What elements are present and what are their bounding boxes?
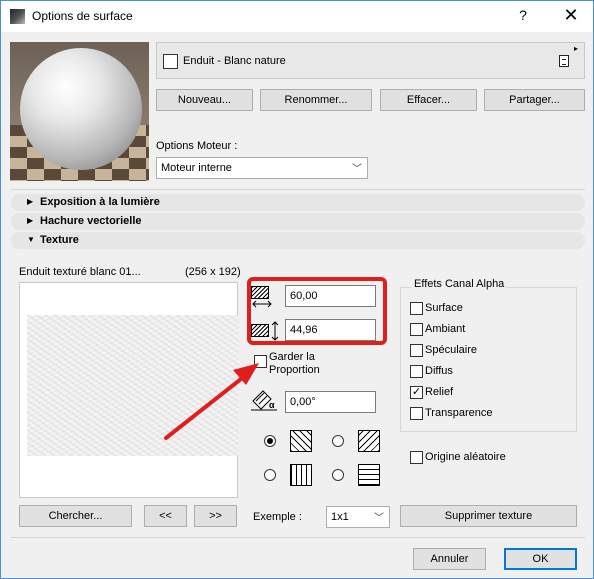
search-texture-button[interactable]: Chercher...	[19, 505, 132, 527]
section-exposure[interactable]: ▶ Exposition à la lumière	[11, 194, 585, 211]
divider	[11, 537, 585, 538]
section-texture[interactable]: ▼ Texture	[11, 232, 585, 249]
material-note-icon[interactable]	[559, 55, 569, 67]
section-texture-label: Texture	[40, 234, 79, 246]
alpha-ambient-checkbox[interactable]	[410, 323, 423, 336]
origin-radio-4[interactable]	[332, 469, 344, 481]
angle-symbol: α	[269, 400, 275, 410]
close-icon[interactable]: ✕	[561, 5, 581, 27]
origin-pattern-4-icon	[358, 464, 380, 486]
alpha-specular-checkbox[interactable]	[410, 344, 423, 357]
height-icon	[251, 319, 279, 343]
engine-select-value: Moteur interne	[161, 162, 232, 174]
alpha-diffuse-checkbox[interactable]	[410, 365, 423, 378]
preview-sphere-ball	[20, 48, 142, 170]
cancel-button[interactable]: Annuler	[413, 548, 486, 570]
texture-preview	[19, 282, 239, 498]
keep-ratio-checkbox[interactable]	[254, 355, 267, 368]
alpha-relief-checkbox[interactable]: ✓	[410, 386, 423, 399]
surface-options-dialog: Options de surface ? ✕ Enduit - Blanc na…	[0, 0, 594, 579]
keep-ratio-label: Garder la Proportion	[269, 351, 320, 376]
triangle-right-icon: ▶	[27, 216, 34, 225]
delete-button[interactable]: Effacer...	[380, 89, 477, 111]
window-title: Options de surface	[32, 9, 133, 23]
origin-pattern-1-icon	[290, 430, 312, 452]
texture-angle-field[interactable]: 0,00°	[285, 391, 376, 413]
rename-button[interactable]: Renommer...	[260, 89, 372, 111]
alpha-surface-checkbox[interactable]	[410, 302, 423, 315]
material-preview	[10, 42, 149, 181]
chevron-down-icon: ﹀	[352, 164, 362, 175]
alpha-specular-label: Spéculaire	[425, 344, 477, 356]
texture-image	[27, 315, 239, 456]
alpha-transparency-label: Transparence	[425, 407, 493, 419]
check-icon: ✓	[411, 386, 422, 398]
texture-size: (256 x 192)	[185, 266, 241, 278]
width-icon	[251, 285, 279, 309]
alpha-relief-label: Relief	[425, 386, 454, 398]
divider	[11, 189, 585, 190]
remove-texture-button[interactable]: Supprimer texture	[400, 505, 577, 527]
angle-icon: α	[251, 389, 279, 413]
triangle-down-icon: ▼	[27, 235, 35, 244]
random-origin-label: Origine aléatoire	[425, 451, 506, 463]
texture-width-field[interactable]: 60,00	[285, 285, 376, 307]
engine-select[interactable]: Moteur interne ﹀	[156, 157, 368, 179]
new-button[interactable]: Nouveau...	[156, 89, 253, 111]
next-texture-button[interactable]: >>	[194, 505, 237, 527]
origin-radio-1[interactable]	[264, 435, 276, 447]
origin-pattern-2-icon	[358, 430, 380, 452]
origin-radio-3[interactable]	[264, 469, 276, 481]
example-label: Exemple :	[253, 511, 302, 523]
texture-height-field[interactable]: 44,96	[285, 319, 376, 341]
flyout-arrow-icon[interactable]: ▸	[574, 44, 578, 53]
alpha-diffuse-label: Diffus	[425, 365, 453, 377]
section-exposure-label: Exposition à la lumière	[40, 196, 160, 208]
random-origin-checkbox[interactable]	[410, 451, 423, 464]
material-color-swatch[interactable]	[163, 54, 178, 69]
material-name: Enduit - Blanc nature	[183, 55, 286, 67]
chevron-down-icon: ﹀	[374, 513, 384, 524]
alpha-surface-label: Surface	[425, 302, 463, 314]
alpha-transparency-checkbox[interactable]	[410, 407, 423, 420]
section-hatch-label: Hachure vectorielle	[40, 215, 142, 227]
section-vector-hatch[interactable]: ▶ Hachure vectorielle	[11, 213, 585, 230]
engine-options-label: Options Moteur :	[156, 140, 238, 152]
material-selector[interactable]: Enduit - Blanc nature ▸	[156, 42, 585, 79]
prev-texture-button[interactable]: <<	[144, 505, 187, 527]
app-icon	[10, 9, 25, 24]
alpha-ambient-label: Ambiant	[425, 323, 466, 335]
texture-name: Enduit texturé blanc 01...	[19, 266, 141, 278]
origin-pattern-3-icon	[290, 464, 312, 486]
example-select-value: 1x1	[331, 511, 349, 523]
title-bar: Options de surface ? ✕	[1, 1, 593, 32]
example-select[interactable]: 1x1 ﹀	[326, 506, 390, 528]
triangle-right-icon: ▶	[27, 197, 34, 206]
ok-button[interactable]: OK	[504, 548, 577, 570]
help-icon[interactable]: ?	[513, 7, 533, 27]
origin-radio-2[interactable]	[332, 435, 344, 447]
share-button[interactable]: Partager...	[484, 89, 585, 111]
alpha-effects-title: Effets Canal Alpha	[412, 278, 507, 290]
